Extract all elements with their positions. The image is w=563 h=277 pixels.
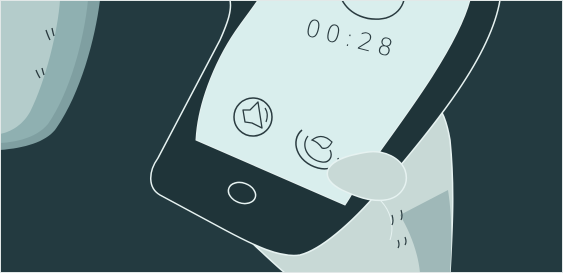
- illustration-canvas: 00:28: [0, 0, 563, 274]
- phone-call-illustration: 00:28: [0, 0, 563, 274]
